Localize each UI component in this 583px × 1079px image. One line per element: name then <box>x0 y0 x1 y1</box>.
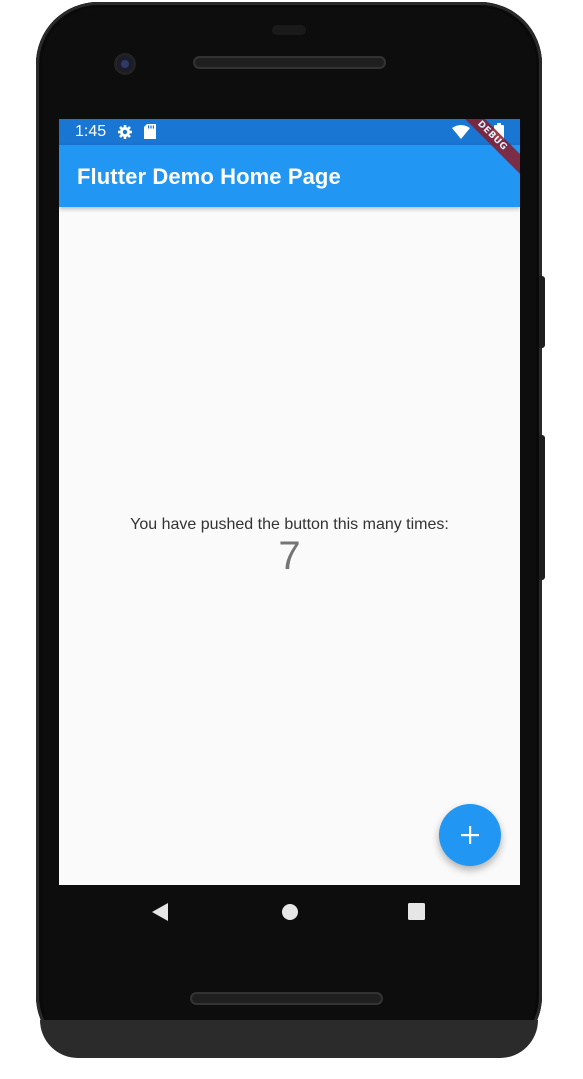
power-button <box>539 435 545 580</box>
sensor <box>272 25 306 35</box>
app-screen: 1:45 Flutter Demo Home Page DEBUG You ha… <box>59 119 520 885</box>
status-time: 1:45 <box>75 123 107 140</box>
wifi-icon <box>452 124 470 143</box>
add-icon <box>461 826 479 848</box>
sd-card-icon <box>144 124 156 143</box>
navigation-bar <box>59 885 520 941</box>
volume-button <box>539 276 545 348</box>
page-title: Flutter Demo Home Page <box>77 164 341 189</box>
app-bar: Flutter Demo Home Page <box>59 145 520 207</box>
status-bar: 1:45 <box>59 119 520 145</box>
front-camera <box>114 53 136 75</box>
counter-message: You have pushed the button this many tim… <box>130 516 449 533</box>
bottom-speaker <box>190 992 383 1005</box>
recents-icon[interactable] <box>408 903 425 924</box>
settings-icon <box>117 124 133 144</box>
back-icon[interactable] <box>151 902 169 926</box>
home-icon[interactable] <box>281 903 299 925</box>
phone-bottom-rim <box>40 1020 538 1058</box>
counter-value: 7 <box>278 534 301 578</box>
top-speaker <box>193 56 386 69</box>
increment-button[interactable] <box>439 804 501 866</box>
